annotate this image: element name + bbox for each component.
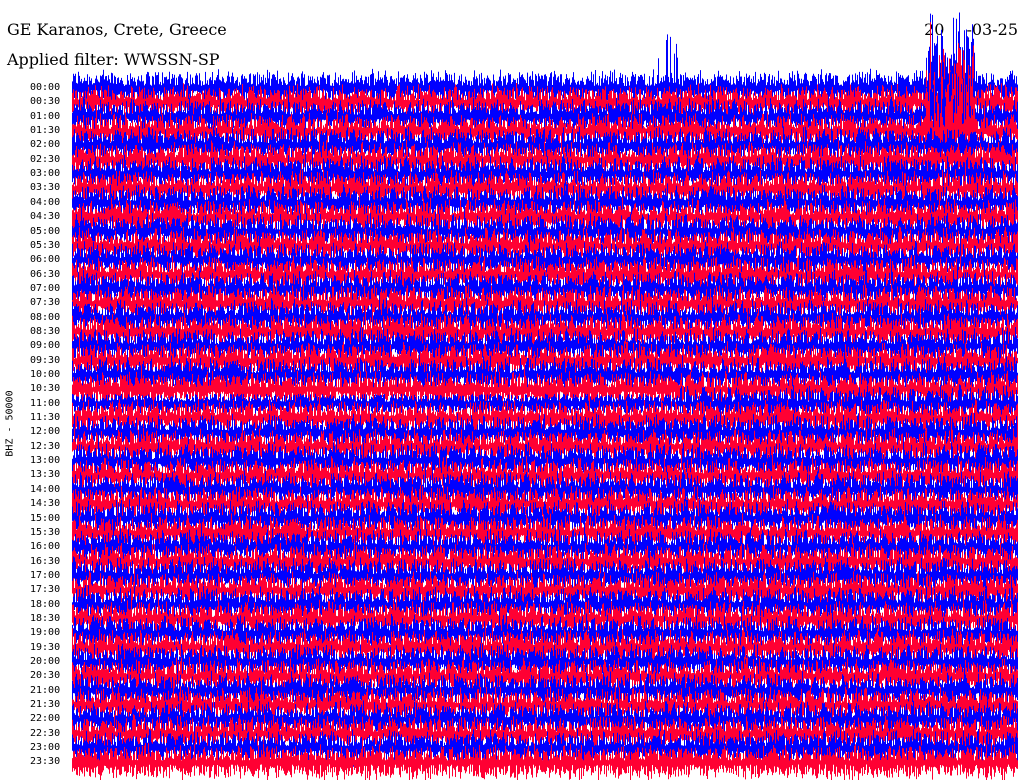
- helicorder-plot: [72, 12, 1018, 780]
